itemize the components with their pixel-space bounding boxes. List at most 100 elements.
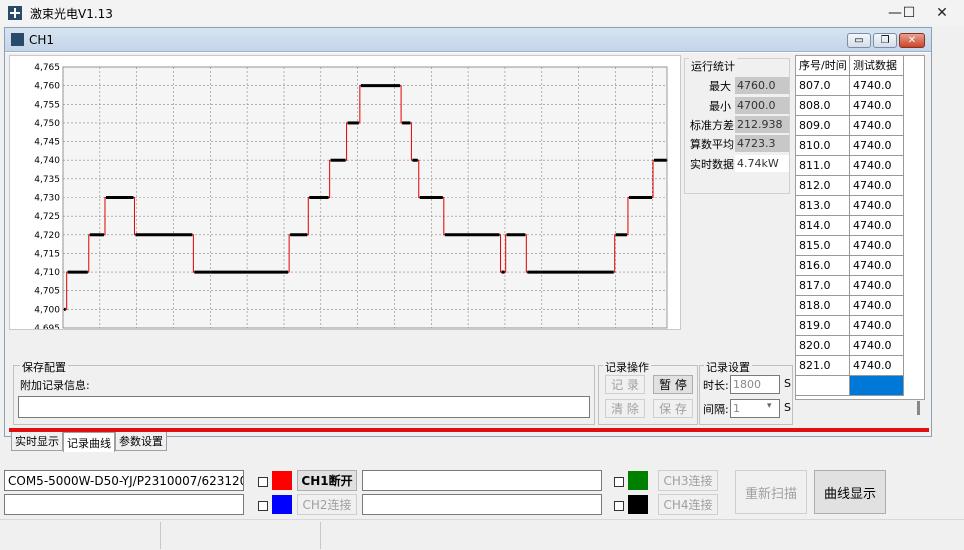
y-tick-label: 4,725 [34,212,60,222]
save-record-button[interactable]: 保 存 [653,399,693,418]
ch1-titlebar: CH1 ▭ ❐ ✕ [5,28,931,52]
table-cell-index[interactable]: 807.0 [796,76,850,96]
ch1-maximize-button[interactable]: ❐ [873,33,897,48]
table-cell-value[interactable]: 4740.0 [850,236,904,256]
extra-info-input[interactable] [18,396,590,418]
table-cell-value[interactable]: 4740.0 [850,216,904,236]
clear-button[interactable]: 清 除 [605,399,645,418]
table-cell-index[interactable]: 811.0 [796,156,850,176]
table-cell-value[interactable]: 4740.0 [850,196,904,216]
ch1-port-field[interactable]: COM5-5000W-D50-YJ/P2310007/6231201/J: [4,470,244,491]
extra-info-label: 附加记录信息: [20,379,90,392]
table-header-index[interactable]: 序号/时间 [796,56,850,76]
live-value: 4.74kW [735,155,789,172]
data-table[interactable]: 序号/时间 测试数据 807.0 4740.0 808.0 4740.0 809.0 4740… [795,55,925,400]
ch1-color-swatch[interactable] [272,471,292,490]
max-label: 最大 [709,80,731,93]
y-tick-label: 4,700 [34,305,60,315]
ch4-connect-button[interactable]: CH4连接 [658,494,718,515]
table-cell-value[interactable]: 4740.0 [850,336,904,356]
tab-record-curve[interactable]: 记录曲线 [63,432,115,452]
avg-label: 算数平均 [690,138,734,151]
table-cell-value[interactable]: 4740.0 [850,256,904,276]
stats-legend: 运行统计 [689,58,737,74]
app-icon [8,6,22,20]
ch3-port-field[interactable] [362,470,602,491]
table-cell-index[interactable]: 810.0 [796,136,850,156]
live-label: 实时数据 [690,158,734,171]
max-value: 4760.0 [735,77,789,94]
rescan-button[interactable]: 重新扫描 [735,470,807,514]
table-header-data[interactable]: 测试数据 [850,56,904,76]
y-tick-label: 4,745 [34,138,60,148]
table-cell-index[interactable]: 821.0 [796,356,850,376]
chevron-down-icon[interactable]: ▾ [767,401,772,411]
duration-unit: S [784,377,791,390]
ch2-color-swatch[interactable] [272,495,292,514]
ch3-color-swatch[interactable] [628,471,648,490]
table-cell-value[interactable]: 4740.0 [850,116,904,136]
table-selected-cell[interactable] [850,376,904,396]
ch2-checkbox[interactable] [258,501,268,511]
y-tick-label: 4,760 [34,82,60,92]
table-cell-index[interactable]: 818.0 [796,296,850,316]
table-cell-value[interactable]: 4740.0 [850,296,904,316]
table-cell-value[interactable]: 4740.0 [850,276,904,296]
ch1-window: CH1 ▭ ❐ ✕ 4,695 4,700 4,705 4,710 4,715 4,720… [4,27,932,452]
duration-input[interactable]: 1800 [730,375,780,394]
duration-label: 时长: [703,379,729,392]
y-tick-label: 4,740 [34,156,60,166]
ch2-port-field[interactable] [4,494,244,515]
ch3-checkbox[interactable] [614,477,624,487]
pause-button[interactable]: 暂 停 [653,375,693,394]
table-cell-index[interactable]: 817.0 [796,276,850,296]
record-ops-group: 记录操作 记 录 暂 停 清 除 保 存 [598,359,698,425]
table-cell-value[interactable]: 4740.0 [850,316,904,336]
tab-settings[interactable]: 参数设置 [115,431,167,451]
title-bar: 激束光电V1.13 — ☐ ✕ [0,0,964,26]
table-cell-value[interactable]: 4740.0 [850,96,904,116]
tab-realtime[interactable]: 实时显示 [11,431,63,451]
table-cell-index[interactable]: 820.0 [796,336,850,356]
ch1-body: 4,695 4,700 4,705 4,710 4,715 4,720 4,725 4,730… [5,53,931,452]
table-cell-index[interactable]: 819.0 [796,316,850,336]
record-button[interactable]: 记 录 [605,375,645,394]
ch1-checkbox[interactable] [258,477,268,487]
table-cell-value[interactable]: 4740.0 [850,136,904,156]
ch2-connect-button[interactable]: CH2连接 [297,494,357,515]
table-cell-index[interactable]: 816.0 [796,256,850,276]
avg-value: 4723.3 [735,135,789,152]
y-tick-label: 4,720 [34,231,60,241]
table-cell-value[interactable]: 4740.0 [850,356,904,376]
ch4-port-field[interactable] [362,494,602,515]
table-scrollbar[interactable] [917,401,920,415]
ch1-disconnect-button[interactable]: CH1断开 [297,470,357,491]
table-cell-value[interactable]: 4740.0 [850,76,904,96]
stats-group: 运行统计 最大 4760.0 最小 4700.0 标准方差 212.938 算数… [684,58,790,194]
curve-display-button[interactable]: 曲线显示 [814,470,886,514]
status-separator [320,522,321,549]
ch1-icon [11,33,24,46]
y-tick-label: 4,705 [34,287,60,297]
table-cell-index[interactable]: 809.0 [796,116,850,136]
table-cell-index[interactable]: 815.0 [796,236,850,256]
std-value: 212.938 [735,116,789,133]
table-cell-index[interactable]: 812.0 [796,176,850,196]
table-cell-value[interactable]: 4740.0 [850,176,904,196]
close-button[interactable]: ✕ [920,0,964,26]
table-new-row-index[interactable] [796,376,850,396]
chart-panel: 4,695 4,700 4,705 4,710 4,715 4,720 4,725 4,730… [9,55,681,343]
table-cell-index[interactable]: 808.0 [796,96,850,116]
ch1-minimize-button[interactable]: ▭ [847,33,871,48]
table-cell-index[interactable]: 813.0 [796,196,850,216]
table-cell-value[interactable]: 4740.0 [850,156,904,176]
y-tick-label: 4,715 [34,249,60,259]
ch3-connect-button[interactable]: CH3连接 [658,470,718,491]
ch4-checkbox[interactable] [614,501,624,511]
ch1-title: CH1 [29,33,55,47]
interval-select[interactable]: 1 [730,399,780,418]
ch1-close-button[interactable]: ✕ [899,33,925,48]
ch4-color-swatch[interactable] [628,495,648,514]
table-cell-index[interactable]: 814.0 [796,216,850,236]
y-tick-label: 4,710 [34,268,60,278]
